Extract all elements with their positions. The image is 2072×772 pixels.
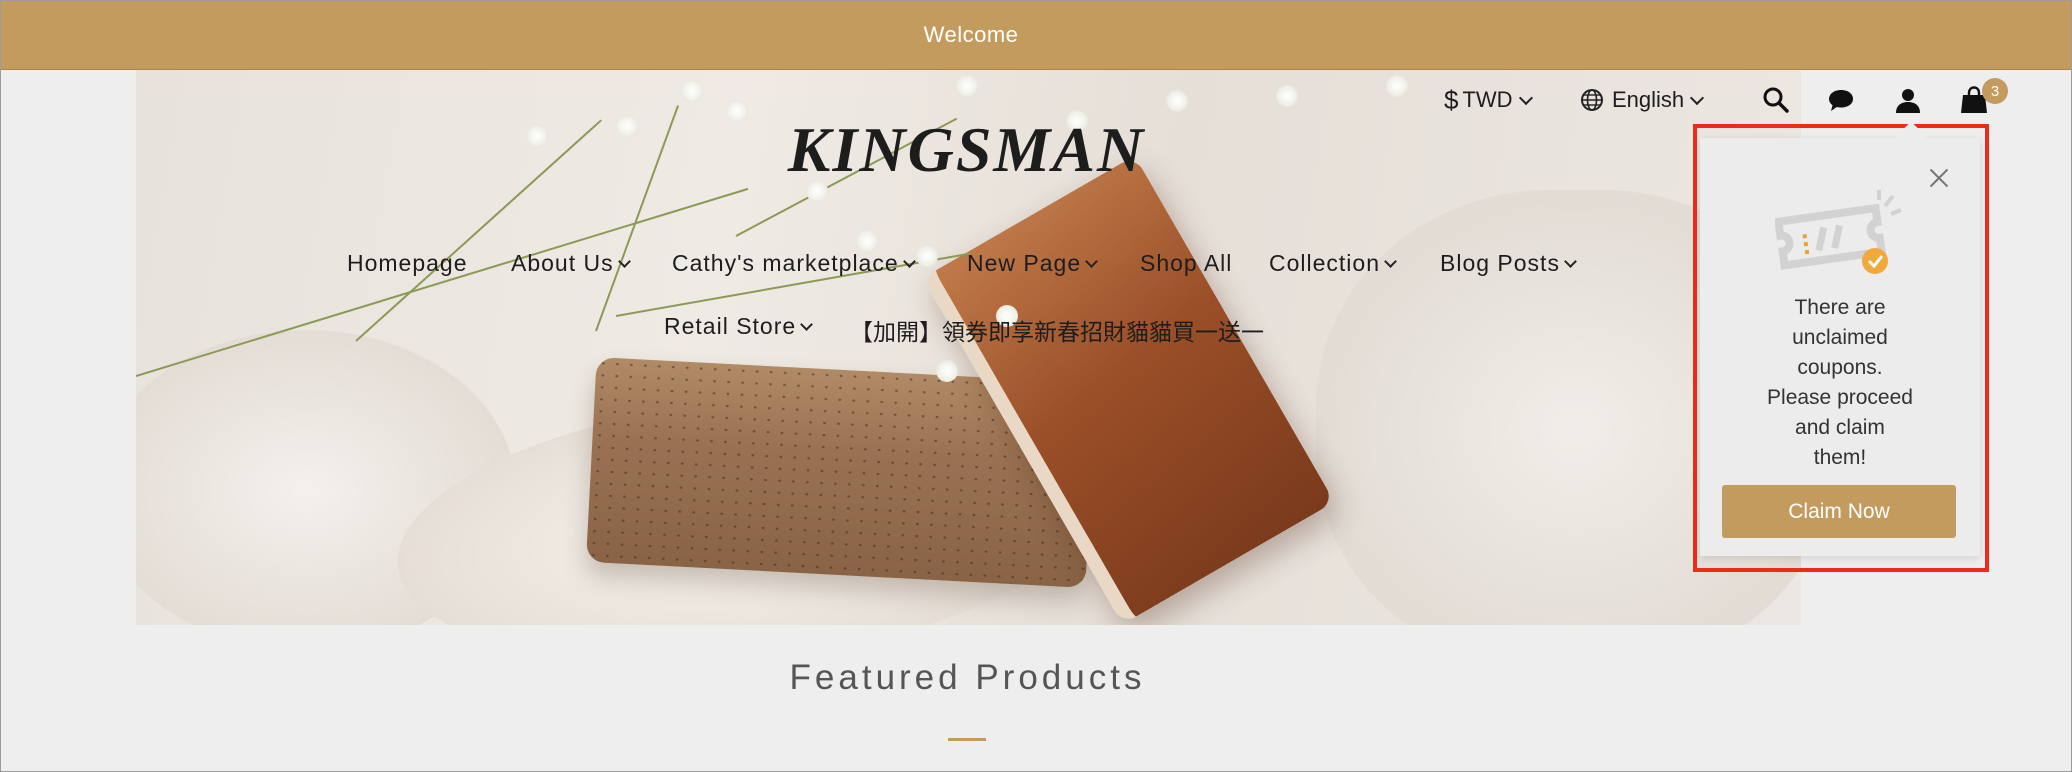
chevron-down-icon bbox=[1690, 90, 1705, 105]
section-title-divider bbox=[948, 738, 986, 741]
announcement-text: Welcome bbox=[923, 21, 1019, 47]
nav-item-shop-all[interactable]: Shop All bbox=[1140, 250, 1232, 277]
nav-item-label: Cathy's marketplace bbox=[672, 250, 899, 276]
language-label: English bbox=[1612, 87, 1685, 112]
nav-item-blog-posts[interactable]: Blog Posts bbox=[1440, 250, 1577, 277]
chevron-down-icon bbox=[1564, 254, 1577, 268]
coupon-message-line: There are bbox=[1794, 296, 1886, 319]
nav-item-label: New Page bbox=[967, 250, 1082, 276]
hero-flower bbox=[856, 230, 878, 252]
coupon-message: There are unclaimed coupons. Please proc… bbox=[1720, 293, 1960, 473]
chevron-down-icon bbox=[1384, 254, 1397, 268]
store-logo[interactable]: KINGSMAN bbox=[0, 113, 1933, 187]
search-icon bbox=[1763, 87, 1789, 113]
coupon-message-line: coupons. bbox=[1797, 356, 1883, 379]
nav-item-homepage[interactable]: Homepage bbox=[347, 250, 468, 277]
nav-item-cathys-marketplace[interactable]: Cathy's marketplace bbox=[672, 250, 916, 277]
hero-flower bbox=[681, 80, 703, 102]
chat-icon bbox=[1829, 90, 1853, 111]
nav-item-new-page[interactable]: New Page bbox=[967, 250, 1098, 277]
nav-item-label: Homepage bbox=[347, 250, 468, 276]
coupon-popup: There are unclaimed coupons. Please proc… bbox=[1700, 138, 1980, 556]
announcement-bar: Welcome bbox=[0, 0, 2072, 70]
hero-flower bbox=[936, 360, 958, 382]
hero-flower bbox=[1386, 75, 1408, 97]
hero-flower bbox=[1276, 85, 1298, 107]
nav-item-label: Retail Store bbox=[664, 313, 797, 339]
nav-item-label: 【加開】領券即享新春招財貓貓買一送一 bbox=[850, 319, 1264, 345]
nav-item-label: About Us bbox=[511, 250, 614, 276]
chevron-down-icon bbox=[902, 254, 916, 268]
nav-item-label: Collection bbox=[1269, 250, 1380, 276]
cart-count-badge: 3 bbox=[1982, 78, 2008, 104]
hero-flower bbox=[916, 245, 938, 267]
coupon-message-line: and claim bbox=[1795, 416, 1885, 439]
coupon-message-line: unclaimed bbox=[1792, 326, 1888, 349]
chevron-down-icon bbox=[1085, 254, 1098, 268]
chevron-down-icon bbox=[617, 254, 631, 268]
globe-icon bbox=[1581, 89, 1603, 111]
claim-now-button[interactable]: Claim Now bbox=[1722, 485, 1956, 538]
hero-flower bbox=[956, 75, 978, 97]
language-selector[interactable]: English bbox=[1580, 84, 1705, 116]
nav-item-retail-store[interactable]: Retail Store bbox=[664, 313, 814, 340]
coupon-ticket-icon bbox=[1775, 190, 1902, 274]
currency-symbol: $ bbox=[1444, 84, 1459, 115]
currency-label: TWD bbox=[1462, 87, 1513, 112]
nav-item-promo[interactable]: 【加開】領券即享新春招財貓貓買一送一 bbox=[850, 313, 1264, 347]
search-button[interactable] bbox=[1762, 84, 1790, 116]
account-icon bbox=[1896, 89, 1920, 113]
account-button[interactable] bbox=[1894, 84, 1922, 116]
hero-flower bbox=[1166, 90, 1188, 112]
chat-button[interactable] bbox=[1827, 84, 1855, 116]
close-icon[interactable] bbox=[1927, 166, 1951, 190]
coupon-message-line: Please proceed bbox=[1767, 386, 1913, 409]
section-title: Featured Products bbox=[789, 658, 1146, 697]
currency-selector[interactable]: $ TWD bbox=[1444, 84, 1533, 116]
hero-flower-stem bbox=[136, 187, 749, 377]
chevron-down-icon bbox=[1518, 90, 1533, 105]
coupon-message-line: them! bbox=[1813, 446, 1867, 469]
nav-item-collection[interactable]: Collection bbox=[1269, 250, 1397, 277]
nav-item-label: Shop All bbox=[1140, 250, 1233, 276]
nav-item-about-us[interactable]: About Us bbox=[511, 250, 631, 277]
nav-item-label: Blog Posts bbox=[1440, 250, 1560, 276]
chevron-down-icon bbox=[800, 317, 814, 331]
